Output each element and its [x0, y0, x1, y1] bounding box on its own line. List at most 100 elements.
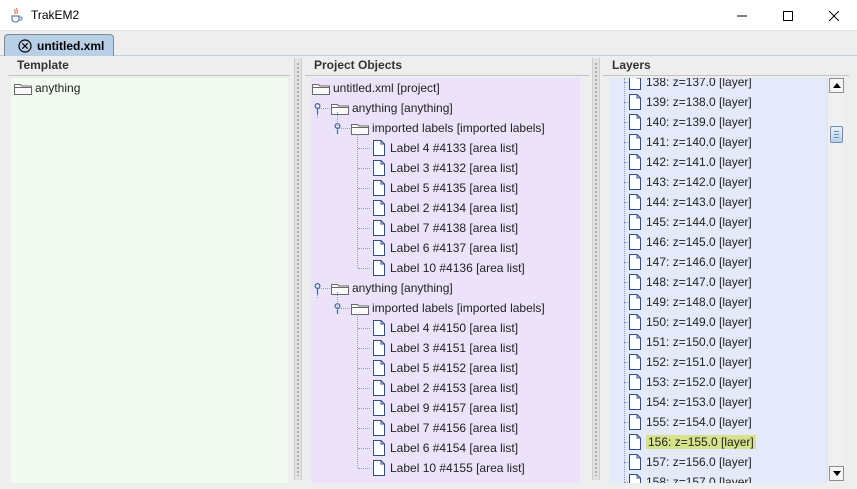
folder-icon — [331, 103, 349, 115]
layer-item-label: 152: z=151.0 [layer] — [646, 355, 752, 369]
file-icon — [629, 214, 641, 230]
tree-guide-line — [358, 148, 370, 149]
file-icon — [629, 78, 641, 90]
layer-item[interactable]: 147: z=146.0 [layer] — [629, 252, 752, 272]
project-panel: Project Objects untitled.xml [project] an… — [305, 56, 589, 483]
project-item[interactable]: Label 9 #4157 [area list] — [373, 398, 518, 418]
file-icon — [373, 460, 385, 476]
layer-item[interactable]: 144: z=143.0 [layer] — [629, 192, 752, 212]
layer-item-label: 145: z=144.0 [layer] — [646, 215, 752, 229]
project-item-label: Label 10 #4136 [area list] — [390, 261, 525, 275]
file-icon — [629, 314, 641, 330]
project-subgroup-label: imported labels [imported labels] — [372, 121, 545, 135]
layer-item[interactable]: 145: z=144.0 [layer] — [629, 212, 752, 232]
project-item[interactable]: Label 7 #4156 [area list] — [373, 418, 518, 438]
file-icon — [373, 160, 385, 176]
tree-guide-line — [358, 368, 370, 369]
file-icon — [629, 274, 641, 290]
close-button[interactable] — [811, 0, 857, 31]
scroll-up-button[interactable] — [829, 78, 844, 93]
minimize-icon — [737, 15, 747, 16]
project-root-label: untitled.xml [project] — [333, 81, 440, 95]
layer-item-label: 144: z=143.0 [layer] — [646, 195, 752, 209]
layer-item-selected-label: 156: z=155.0 [layer] — [646, 435, 756, 449]
layer-item[interactable]: 154: z=153.0 [layer] — [629, 392, 752, 412]
tree-guide-line — [337, 112, 338, 130]
maximize-button[interactable] — [765, 0, 811, 31]
file-icon — [373, 320, 385, 336]
layer-item-label: 148: z=147.0 [layer] — [646, 275, 752, 289]
layer-item-label: 138: z=137.0 [layer] — [646, 78, 752, 89]
layer-item-label: 157: z=156.0 [layer] — [646, 455, 752, 469]
file-icon — [629, 114, 641, 130]
project-item[interactable]: Label 10 #4136 [area list] — [373, 258, 525, 278]
layer-item-label: 142: z=141.0 [layer] — [646, 155, 752, 169]
layer-item[interactable]: 157: z=156.0 [layer] — [629, 452, 752, 472]
file-icon — [373, 260, 385, 276]
tree-guide-line — [319, 108, 330, 109]
layer-item[interactable]: 151: z=150.0 [layer] — [629, 332, 752, 352]
project-item[interactable]: Label 4 #4133 [area list] — [373, 138, 518, 158]
project-item-label: Label 6 #4154 [area list] — [390, 441, 519, 455]
file-icon — [629, 154, 641, 170]
project-item-label: Label 7 #4156 [area list] — [390, 421, 519, 435]
project-panel-divider — [305, 75, 589, 76]
tree-guide-line — [358, 408, 370, 409]
layer-item[interactable]: 139: z=138.0 [layer] — [629, 92, 752, 112]
project-item[interactable]: Label 5 #4135 [area list] — [373, 178, 518, 198]
project-subgroup[interactable]: imported labels [imported labels] — [351, 298, 545, 318]
file-icon — [629, 94, 641, 110]
splitter-left[interactable] — [294, 58, 302, 480]
layer-item[interactable]: 143: z=142.0 [layer] — [629, 172, 752, 192]
tree-guide-line — [339, 128, 350, 129]
project-item[interactable]: Label 6 #4137 [area list] — [373, 238, 518, 258]
project-item[interactable]: Label 5 #4152 [area list] — [373, 358, 518, 378]
layer-item[interactable]: 152: z=151.0 [layer] — [629, 352, 752, 372]
project-root[interactable]: untitled.xml [project] — [312, 78, 440, 98]
tree-guide-line — [358, 428, 370, 429]
tree-guide-line — [358, 168, 370, 169]
project-item[interactable]: Label 3 #4151 [area list] — [373, 338, 518, 358]
project-item-label: Label 10 #4155 [area list] — [390, 461, 525, 475]
file-icon — [629, 374, 641, 390]
project-item[interactable]: Label 6 #4154 [area list] — [373, 438, 518, 458]
minimize-button[interactable] — [719, 0, 765, 31]
project-group[interactable]: anything [anything] — [331, 98, 453, 118]
project-item-label: Label 5 #4135 [area list] — [390, 181, 519, 195]
project-item[interactable]: Label 7 #4138 [area list] — [373, 218, 518, 238]
scroll-down-button[interactable] — [829, 466, 844, 481]
tree-guide-line — [358, 388, 370, 389]
project-panel-title: Project Objects — [314, 58, 403, 72]
layers-scrollbar[interactable] — [827, 78, 844, 481]
project-item[interactable]: Label 4 #4150 [area list] — [373, 318, 518, 338]
tree-guide-line — [358, 228, 370, 229]
project-item[interactable]: Label 10 #4155 [area list] — [373, 458, 525, 478]
layer-item[interactable]: 138: z=137.0 [layer] — [629, 78, 752, 92]
template-item[interactable]: anything — [14, 78, 80, 98]
layer-item[interactable]: 141: z=140.0 [layer] — [629, 132, 752, 152]
project-item[interactable]: Label 2 #4153 [area list] — [373, 378, 518, 398]
project-subgroup-label: imported labels [imported labels] — [372, 301, 545, 315]
layer-item[interactable]: 148: z=147.0 [layer] — [629, 272, 752, 292]
layer-item[interactable]: 158: z=157.0 [layer] — [629, 472, 752, 483]
project-item[interactable]: Label 3 #4132 [area list] — [373, 158, 518, 178]
file-icon — [629, 354, 641, 370]
layer-item[interactable]: 140: z=139.0 [layer] — [629, 112, 752, 132]
file-icon — [629, 414, 641, 430]
scroll-thumb[interactable] — [830, 126, 843, 143]
project-group[interactable]: anything [anything] — [331, 278, 453, 298]
tab-untitled-xml[interactable]: untitled.xml — [4, 34, 114, 56]
project-subgroup[interactable]: imported labels [imported labels] — [351, 118, 545, 138]
layer-item[interactable]: 149: z=148.0 [layer] — [629, 292, 752, 312]
layer-item[interactable]: 142: z=141.0 [layer] — [629, 152, 752, 172]
layer-item[interactable]: 146: z=145.0 [layer] — [629, 232, 752, 252]
arrow-down-icon — [832, 471, 841, 476]
layer-item[interactable]: 153: z=152.0 [layer] — [629, 372, 752, 392]
file-icon — [373, 400, 385, 416]
project-item[interactable]: Label 2 #4134 [area list] — [373, 198, 518, 218]
layer-item[interactable]: 150: z=149.0 [layer] — [629, 312, 752, 332]
layer-item[interactable]: 155: z=154.0 [layer] — [629, 412, 752, 432]
close-circle-icon[interactable] — [18, 38, 32, 53]
layer-item-selected[interactable]: 156: z=155.0 [layer] — [629, 432, 756, 452]
splitter-right[interactable] — [592, 58, 600, 480]
